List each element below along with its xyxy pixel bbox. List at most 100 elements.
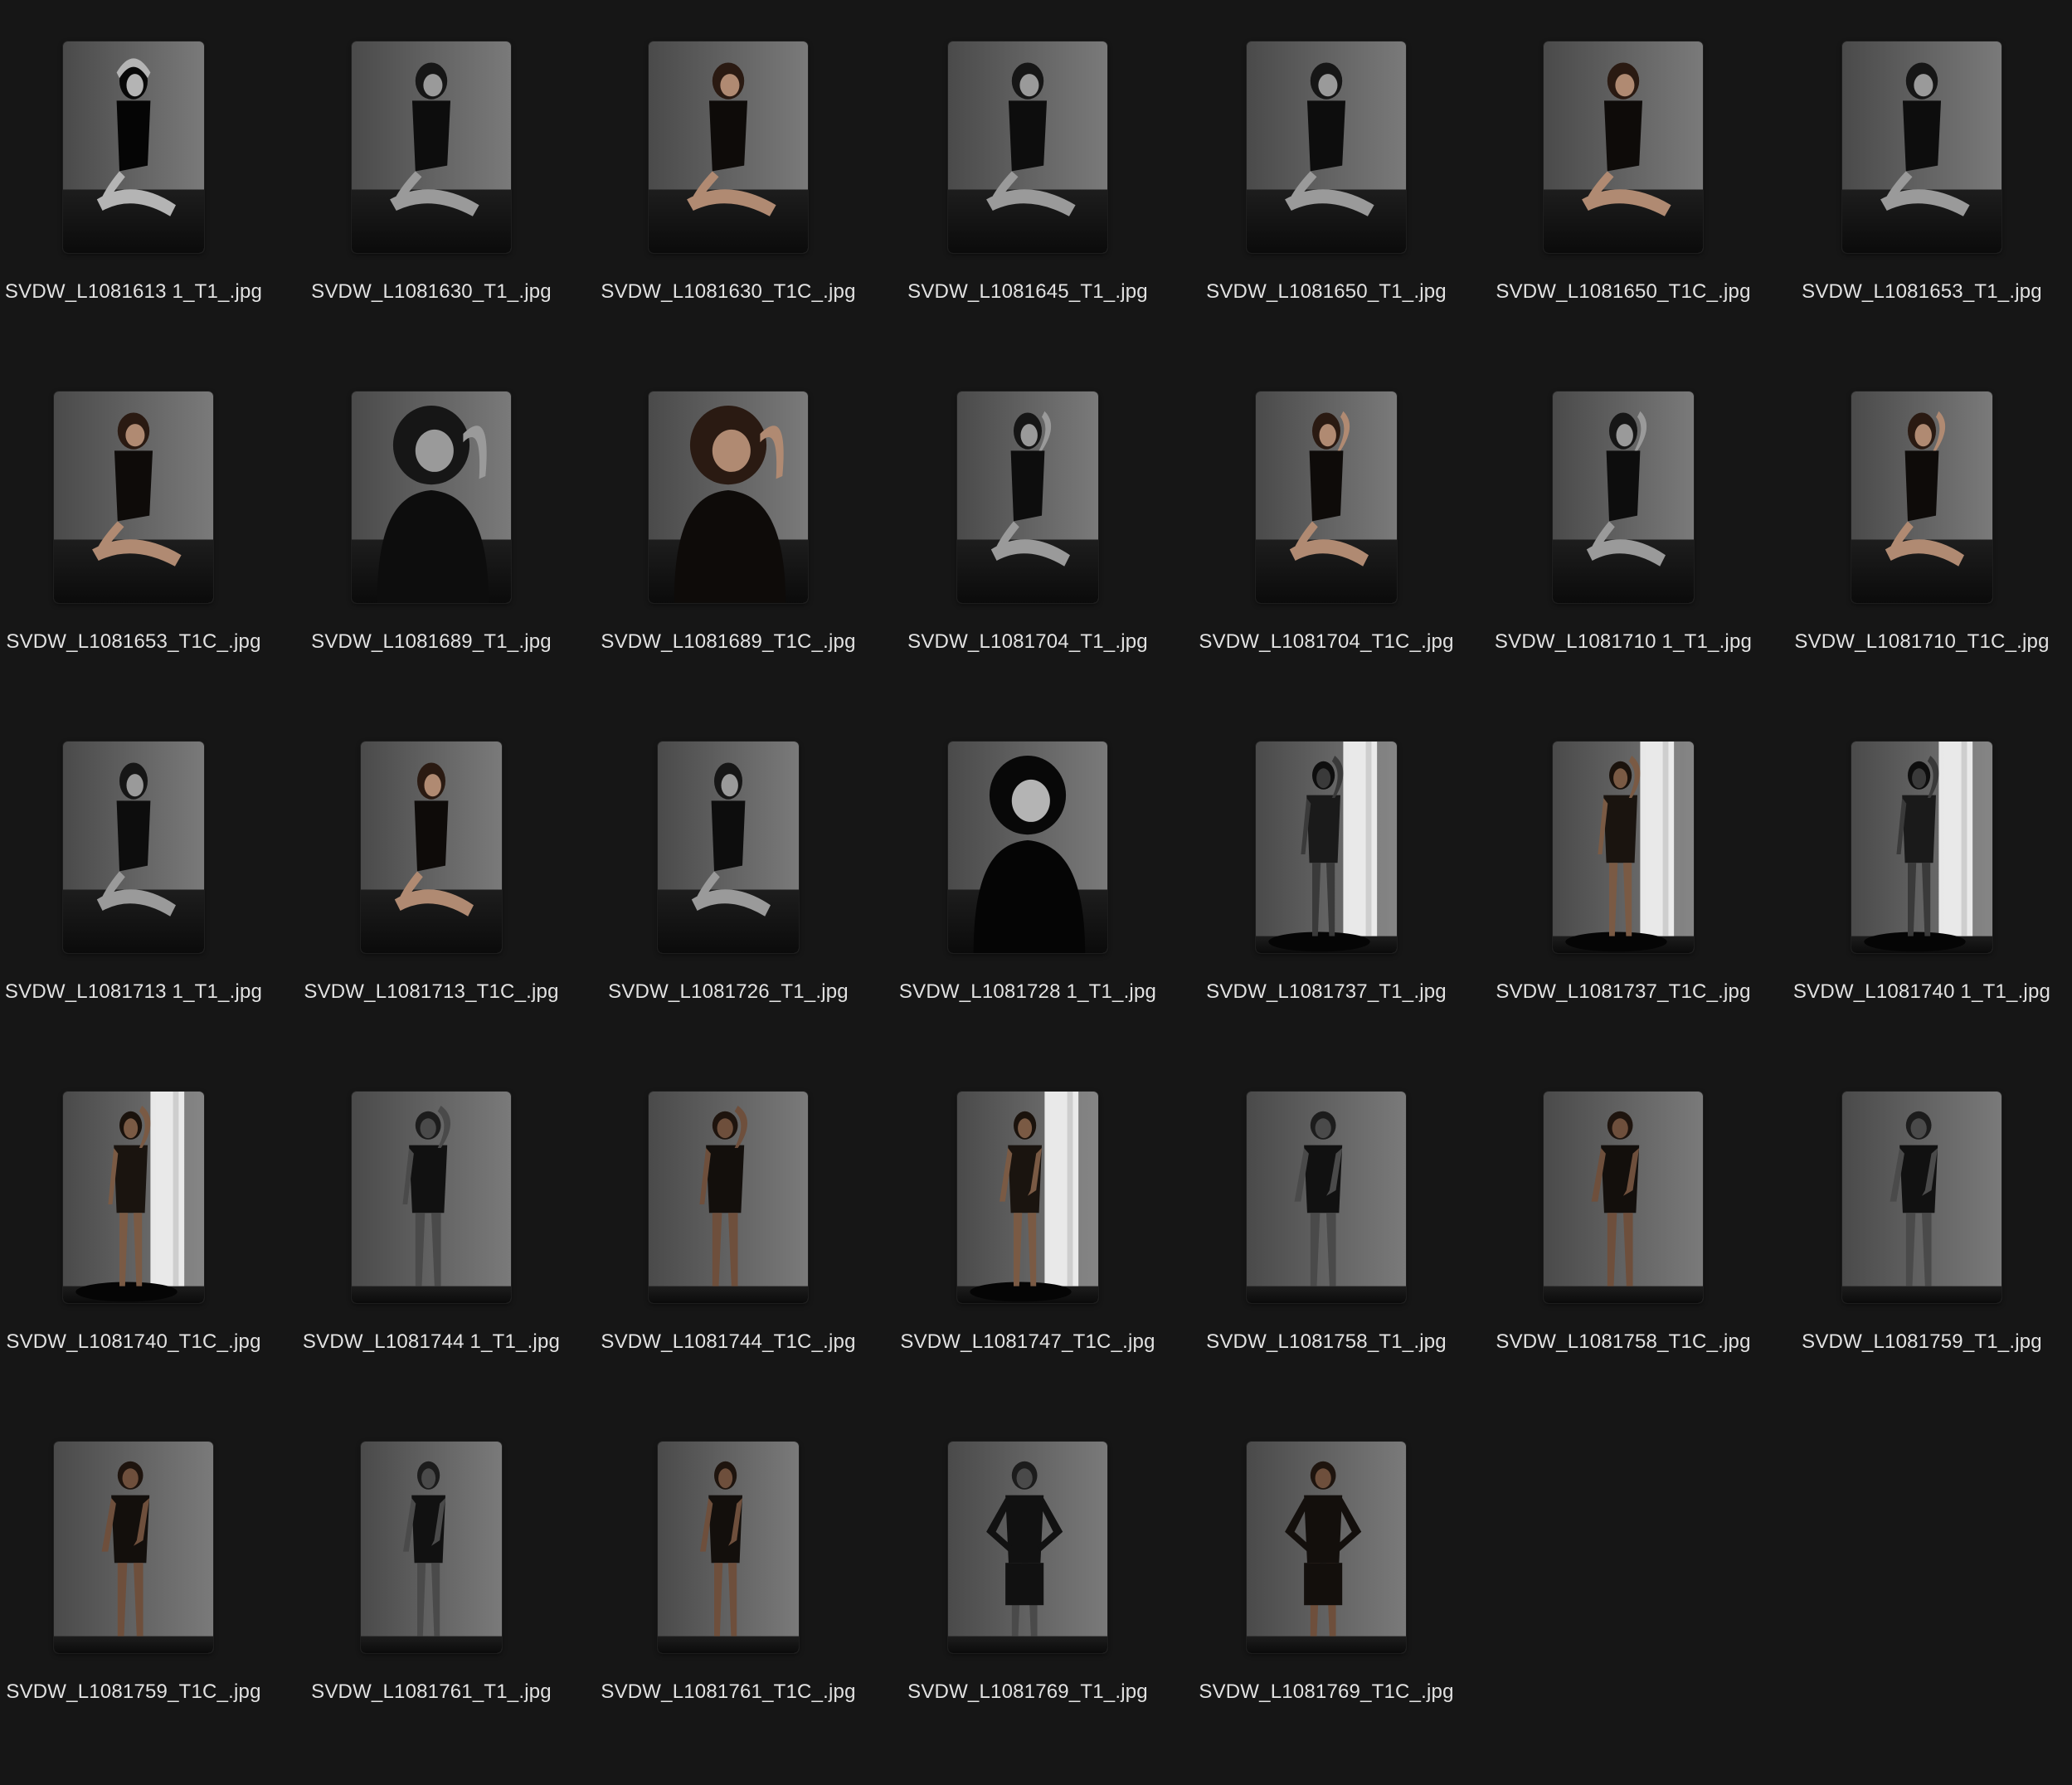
file-name[interactable]: SVDW_L1081737_T1_.jpg bbox=[1177, 980, 1476, 1004]
file-thumbnail[interactable] bbox=[1474, 742, 1773, 953]
file-thumbnail[interactable] bbox=[1177, 392, 1476, 603]
file-thumbnail[interactable] bbox=[282, 1442, 581, 1653]
file-name[interactable]: SVDW_L1081758_T1C_.jpg bbox=[1474, 1330, 1773, 1354]
file-name[interactable]: SVDW_L1081653_T1_.jpg bbox=[1773, 280, 2071, 304]
file-name[interactable]: SVDW_L1081728 1_T1_.jpg bbox=[878, 980, 1177, 1004]
file-item[interactable]: SVDW_L1081710_T1C_.jpg bbox=[1773, 392, 2071, 740]
file-thumbnail[interactable] bbox=[0, 41, 283, 253]
file-item[interactable]: SVDW_L1081653_T1_.jpg bbox=[1773, 41, 2071, 390]
file-thumbnail[interactable] bbox=[1773, 1092, 2071, 1303]
file-item[interactable]: SVDW_L1081737_T1C_.jpg bbox=[1474, 742, 1773, 1090]
file-name[interactable]: SVDW_L1081747_T1C_.jpg bbox=[878, 1330, 1177, 1354]
file-thumbnail[interactable] bbox=[1773, 41, 2071, 253]
file-name[interactable]: SVDW_L1081744 1_T1_.jpg bbox=[282, 1330, 581, 1354]
file-thumbnail[interactable] bbox=[1474, 392, 1773, 603]
file-name[interactable]: SVDW_L1081758_T1_.jpg bbox=[1177, 1330, 1476, 1354]
file-thumbnail[interactable] bbox=[1474, 1092, 1773, 1303]
file-thumbnail[interactable] bbox=[0, 1442, 283, 1653]
file-thumbnail[interactable] bbox=[579, 41, 878, 253]
file-item[interactable]: SVDW_L1081713_T1C_.jpg bbox=[282, 742, 581, 1090]
photo-preview bbox=[1256, 392, 1397, 603]
file-thumbnail[interactable] bbox=[579, 1442, 878, 1653]
file-item[interactable]: SVDW_L1081726_T1_.jpg bbox=[579, 742, 878, 1090]
file-name[interactable]: SVDW_L1081713_T1C_.jpg bbox=[282, 980, 581, 1004]
file-item[interactable]: SVDW_L1081704_T1C_.jpg bbox=[1177, 392, 1476, 740]
file-thumbnail[interactable] bbox=[1773, 392, 2071, 603]
file-item[interactable]: SVDW_L1081630_T1_.jpg bbox=[282, 41, 581, 390]
file-name[interactable]: SVDW_L1081761_T1_.jpg bbox=[282, 1680, 581, 1704]
file-name[interactable]: SVDW_L1081769_T1C_.jpg bbox=[1177, 1680, 1476, 1704]
file-name[interactable]: SVDW_L1081769_T1_.jpg bbox=[878, 1680, 1177, 1704]
file-thumbnail[interactable] bbox=[282, 41, 581, 253]
file-item[interactable]: SVDW_L1081689_T1_.jpg bbox=[282, 392, 581, 740]
file-name[interactable]: SVDW_L1081650_T1C_.jpg bbox=[1474, 280, 1773, 304]
file-thumbnail[interactable] bbox=[1177, 742, 1476, 953]
file-name[interactable]: SVDW_L1081650_T1_.jpg bbox=[1177, 280, 1476, 304]
file-item[interactable]: SVDW_L1081650_T1_.jpg bbox=[1177, 41, 1476, 390]
file-item[interactable]: SVDW_L1081689_T1C_.jpg bbox=[579, 392, 878, 740]
file-thumbnail[interactable] bbox=[1177, 1092, 1476, 1303]
file-name[interactable]: SVDW_L1081761_T1C_.jpg bbox=[579, 1680, 878, 1704]
file-thumbnail[interactable] bbox=[0, 392, 283, 603]
file-name[interactable]: SVDW_L1081645_T1_.jpg bbox=[878, 280, 1177, 304]
file-item[interactable]: SVDW_L1081744_T1C_.jpg bbox=[579, 1092, 878, 1440]
file-item[interactable]: SVDW_L1081613 1_T1_.jpg bbox=[0, 41, 283, 390]
file-item[interactable]: SVDW_L1081737_T1_.jpg bbox=[1177, 742, 1476, 1090]
file-item[interactable]: SVDW_L1081630_T1C_.jpg bbox=[579, 41, 878, 390]
file-thumbnail[interactable] bbox=[878, 1442, 1177, 1653]
file-name[interactable]: SVDW_L1081740 1_T1_.jpg bbox=[1773, 980, 2071, 1004]
file-thumbnail[interactable] bbox=[0, 742, 283, 953]
file-name[interactable]: SVDW_L1081744_T1C_.jpg bbox=[579, 1330, 878, 1354]
file-thumbnail[interactable] bbox=[1773, 742, 2071, 953]
file-thumbnail[interactable] bbox=[878, 742, 1177, 953]
file-thumbnail[interactable] bbox=[1474, 41, 1773, 253]
file-name[interactable]: SVDW_L1081726_T1_.jpg bbox=[579, 980, 878, 1004]
file-item[interactable]: SVDW_L1081740_T1C_.jpg bbox=[0, 1092, 283, 1440]
file-item[interactable]: SVDW_L1081740 1_T1_.jpg bbox=[1773, 742, 2071, 1090]
file-item[interactable]: SVDW_L1081645_T1_.jpg bbox=[878, 41, 1177, 390]
file-item[interactable]: SVDW_L1081769_T1C_.jpg bbox=[1177, 1442, 1476, 1785]
file-item[interactable]: SVDW_L1081747_T1C_.jpg bbox=[878, 1092, 1177, 1440]
file-item[interactable]: SVDW_L1081704_T1_.jpg bbox=[878, 392, 1177, 740]
file-name[interactable]: SVDW_L1081630_T1_.jpg bbox=[282, 280, 581, 304]
file-item[interactable]: SVDW_L1081758_T1_.jpg bbox=[1177, 1092, 1476, 1440]
file-thumbnail[interactable] bbox=[878, 41, 1177, 253]
file-thumbnail[interactable] bbox=[282, 1092, 581, 1303]
file-item[interactable]: SVDW_L1081653_T1C_.jpg bbox=[0, 392, 283, 740]
file-name[interactable]: SVDW_L1081710_T1C_.jpg bbox=[1773, 630, 2071, 654]
file-thumbnail[interactable] bbox=[282, 392, 581, 603]
file-item[interactable]: SVDW_L1081728 1_T1_.jpg bbox=[878, 742, 1177, 1090]
file-item[interactable]: SVDW_L1081761_T1C_.jpg bbox=[579, 1442, 878, 1785]
file-name[interactable]: SVDW_L1081713 1_T1_.jpg bbox=[0, 980, 283, 1004]
file-name[interactable]: SVDW_L1081689_T1_.jpg bbox=[282, 630, 581, 654]
file-name[interactable]: SVDW_L1081710 1_T1_.jpg bbox=[1474, 630, 1773, 654]
file-thumbnail[interactable] bbox=[0, 1092, 283, 1303]
file-name[interactable]: SVDW_L1081704_T1C_.jpg bbox=[1177, 630, 1476, 654]
file-thumbnail[interactable] bbox=[878, 1092, 1177, 1303]
file-name[interactable]: SVDW_L1081630_T1C_.jpg bbox=[579, 280, 878, 304]
file-thumbnail[interactable] bbox=[579, 392, 878, 603]
file-item[interactable]: SVDW_L1081744 1_T1_.jpg bbox=[282, 1092, 581, 1440]
file-item[interactable]: SVDW_L1081761_T1_.jpg bbox=[282, 1442, 581, 1785]
file-thumbnail[interactable] bbox=[878, 392, 1177, 603]
file-name[interactable]: SVDW_L1081613 1_T1_.jpg bbox=[0, 280, 283, 304]
file-name[interactable]: SVDW_L1081689_T1C_.jpg bbox=[579, 630, 878, 654]
file-thumbnail[interactable] bbox=[1177, 41, 1476, 253]
file-name[interactable]: SVDW_L1081737_T1C_.jpg bbox=[1474, 980, 1773, 1004]
file-item[interactable]: SVDW_L1081650_T1C_.jpg bbox=[1474, 41, 1773, 390]
file-thumbnail[interactable] bbox=[282, 742, 581, 953]
file-name[interactable]: SVDW_L1081653_T1C_.jpg bbox=[0, 630, 283, 654]
file-name[interactable]: SVDW_L1081740_T1C_.jpg bbox=[0, 1330, 283, 1354]
file-item[interactable]: SVDW_L1081759_T1_.jpg bbox=[1773, 1092, 2071, 1440]
file-name[interactable]: SVDW_L1081759_T1_.jpg bbox=[1773, 1330, 2071, 1354]
file-name[interactable]: SVDW_L1081759_T1C_.jpg bbox=[0, 1680, 283, 1704]
file-thumbnail[interactable] bbox=[579, 1092, 878, 1303]
file-item[interactable]: SVDW_L1081758_T1C_.jpg bbox=[1474, 1092, 1773, 1440]
file-item[interactable]: SVDW_L1081759_T1C_.jpg bbox=[0, 1442, 283, 1785]
file-thumbnail[interactable] bbox=[579, 742, 878, 953]
file-item[interactable]: SVDW_L1081769_T1_.jpg bbox=[878, 1442, 1177, 1785]
file-name[interactable]: SVDW_L1081704_T1_.jpg bbox=[878, 630, 1177, 654]
file-item[interactable]: SVDW_L1081710 1_T1_.jpg bbox=[1474, 392, 1773, 740]
file-item[interactable]: SVDW_L1081713 1_T1_.jpg bbox=[0, 742, 283, 1090]
file-thumbnail[interactable] bbox=[1177, 1442, 1476, 1653]
